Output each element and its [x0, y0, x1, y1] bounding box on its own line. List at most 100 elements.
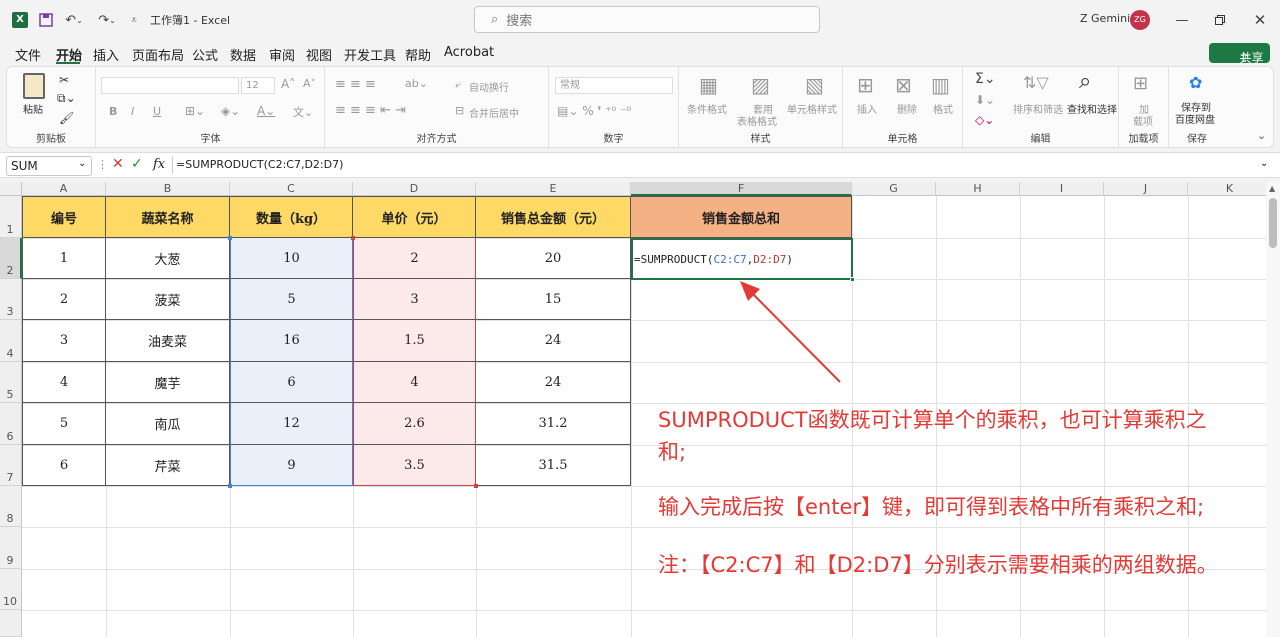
- paste-button[interactable]: 粘贴: [23, 101, 43, 116]
- merge-center-icon[interactable]: ⊟: [455, 104, 464, 117]
- cell-c6[interactable]: 12: [230, 403, 353, 445]
- cell-d2[interactable]: 2: [353, 238, 476, 279]
- wrap-text-button[interactable]: 自动换行: [469, 79, 509, 94]
- header-cell-id[interactable]: 编号: [22, 196, 106, 238]
- menu-help[interactable]: 帮助: [405, 45, 431, 64]
- sort-filter-icon[interactable]: ⇅▽: [1023, 73, 1049, 92]
- conditional-format-button[interactable]: 条件格式: [687, 101, 727, 116]
- cell-d5[interactable]: 4: [353, 362, 476, 403]
- row-header-11[interactable]: [0, 610, 22, 637]
- cell-styles-button[interactable]: 单元格样式: [787, 101, 837, 116]
- baidu-cloud-icon[interactable]: ✿: [1189, 73, 1202, 92]
- autosum-icon[interactable]: Σ⌄: [975, 71, 996, 87]
- cell-d4[interactable]: 1.5: [353, 320, 476, 362]
- bold-button[interactable]: B: [109, 105, 117, 118]
- delete-cells-icon[interactable]: ⊠: [895, 73, 912, 97]
- enter-icon[interactable]: ✓: [131, 156, 143, 172]
- cell-b7[interactable]: 芹菜: [106, 445, 230, 486]
- insert-function-icon[interactable]: fx: [153, 157, 165, 172]
- header-cell-name[interactable]: 蔬菜名称: [106, 196, 230, 238]
- cell-e7[interactable]: 31.5: [476, 445, 631, 486]
- cell-e5[interactable]: 24: [476, 362, 631, 403]
- cell-b5[interactable]: 魔芋: [106, 362, 230, 403]
- menu-page-layout[interactable]: 页面布局: [132, 45, 184, 64]
- name-box-dropdown-icon[interactable]: ⌄: [78, 158, 86, 169]
- cancel-icon[interactable]: ✕: [112, 156, 124, 172]
- cell-e2[interactable]: 20: [476, 238, 631, 279]
- menu-formulas[interactable]: 公式: [192, 45, 218, 64]
- cell-a7[interactable]: 6: [22, 445, 106, 486]
- row-header-9[interactable]: 9: [0, 527, 22, 569]
- scroll-thumb[interactable]: [1269, 198, 1277, 248]
- column-header-d[interactable]: D: [353, 182, 476, 196]
- font-color-icon[interactable]: A⌄: [257, 104, 275, 118]
- sort-filter-button[interactable]: 排序和筛选: [1013, 101, 1063, 116]
- header-cell-sum[interactable]: 销售金额总和: [631, 196, 852, 238]
- cell-b3[interactable]: 菠菜: [106, 279, 230, 320]
- fill-icon[interactable]: ⬇⌄: [975, 93, 995, 107]
- redo-icon[interactable]: ↷ ⌄: [94, 10, 120, 30]
- fill-color-icon[interactable]: ◈⌄: [221, 104, 240, 118]
- cell-a2[interactable]: 1: [22, 238, 106, 279]
- underline-button[interactable]: U: [153, 105, 161, 118]
- align-top-icon[interactable]: ≡ ≡ ≡: [335, 77, 376, 92]
- wrap-text-icon[interactable]: ⤶: [455, 78, 461, 92]
- header-cell-price[interactable]: 单价（元）: [353, 196, 476, 238]
- avatar[interactable]: ZG: [1130, 10, 1150, 30]
- cell-c3[interactable]: 5: [230, 279, 353, 320]
- cell-e6[interactable]: 31.2: [476, 403, 631, 445]
- cell-a5[interactable]: 4: [22, 362, 106, 403]
- undo-icon[interactable]: ↶ ⌄: [62, 10, 86, 30]
- row-header-1[interactable]: 1: [0, 196, 22, 238]
- orientation-icon[interactable]: ab⌄: [405, 77, 428, 90]
- cell-b2[interactable]: 大葱: [106, 238, 230, 279]
- cell-c7[interactable]: 9: [230, 445, 353, 486]
- cell-a4[interactable]: 3: [22, 320, 106, 362]
- cell-a3[interactable]: 2: [22, 279, 106, 320]
- cell-b4[interactable]: 油麦菜: [106, 320, 230, 362]
- row-header-4[interactable]: 4: [0, 320, 22, 362]
- cell-d6[interactable]: 2.6: [353, 403, 476, 445]
- row-header-7[interactable]: 7: [0, 445, 22, 486]
- row-header-10[interactable]: 10: [0, 569, 22, 610]
- share-button[interactable]: ⇪ 共享 ⌄: [1209, 43, 1270, 65]
- find-select-icon[interactable]: ⌕: [1079, 69, 1091, 94]
- cell-d3[interactable]: 3: [353, 279, 476, 320]
- addins-line2[interactable]: 载项: [1133, 113, 1153, 128]
- cut-icon[interactable]: ✂: [59, 73, 69, 87]
- column-header-a[interactable]: A: [22, 182, 106, 196]
- column-header-i[interactable]: I: [1020, 182, 1104, 196]
- row-header-3[interactable]: 3: [0, 279, 22, 320]
- format-painter-icon[interactable]: 🖌: [59, 111, 74, 125]
- collapse-ribbon-icon[interactable]: ⌄: [1257, 129, 1266, 142]
- conditional-format-icon[interactable]: ▦: [699, 73, 718, 97]
- row-header-8[interactable]: 8: [0, 486, 22, 527]
- vertical-scrollbar[interactable]: ▲: [1266, 182, 1280, 637]
- find-select-button[interactable]: 查找和选择: [1067, 101, 1117, 116]
- cell-b6[interactable]: 南瓜: [106, 403, 230, 445]
- column-header-c[interactable]: C: [230, 182, 353, 196]
- minimize-icon[interactable]: —: [1172, 10, 1192, 30]
- menu-data[interactable]: 数据: [230, 45, 256, 64]
- expand-formula-icon[interactable]: ⌄: [1260, 158, 1268, 169]
- close-icon[interactable]: ✕: [1250, 10, 1270, 30]
- column-header-g[interactable]: G: [852, 182, 936, 196]
- delete-cells-button[interactable]: 删除: [897, 101, 917, 116]
- column-header-k[interactable]: K: [1188, 182, 1266, 196]
- fill-handle[interactable]: [850, 277, 855, 282]
- phonetic-icon[interactable]: 文⌄: [293, 104, 313, 120]
- row-header-5[interactable]: 5: [0, 362, 22, 403]
- save-cloud-line2[interactable]: 百度网盘: [1175, 111, 1215, 126]
- cell-c5[interactable]: 6: [230, 362, 353, 403]
- user-name[interactable]: Z Gemini: [1080, 12, 1130, 25]
- formula-input[interactable]: =SUMPRODUCT(C2:C7,D2:D7): [176, 158, 343, 171]
- format-cells-button[interactable]: 格式: [933, 101, 953, 116]
- currency-icon[interactable]: ▤⌄ % ❜ ⁺⁰ ⁻⁰: [557, 104, 631, 118]
- cell-a6[interactable]: 5: [22, 403, 106, 445]
- menu-developer[interactable]: 开发工具: [344, 45, 396, 64]
- number-format-select[interactable]: 常规: [555, 77, 673, 94]
- shrink-font-icon[interactable]: A˅: [303, 77, 316, 90]
- cell-d7[interactable]: 3.5: [353, 445, 476, 486]
- column-header-f[interactable]: F: [631, 182, 852, 196]
- row-header-2[interactable]: 2: [0, 238, 22, 279]
